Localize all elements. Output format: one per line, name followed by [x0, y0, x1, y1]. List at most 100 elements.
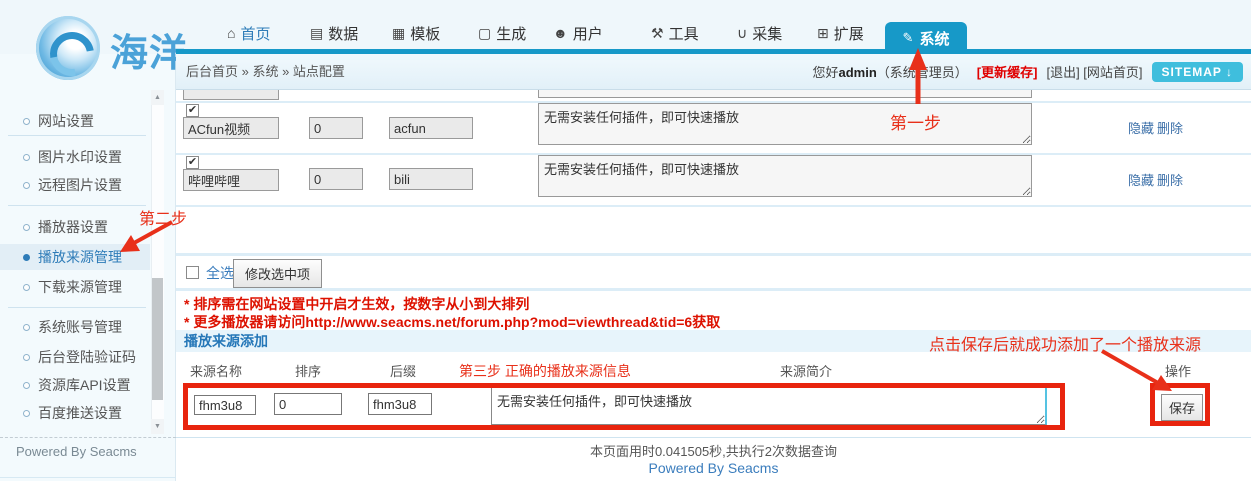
nav-item-tools[interactable]: ⚒ 工具 [651, 21, 699, 45]
nav-label: 用户 [573, 23, 603, 44]
sidebar-powered-by: Powered By Seacms [16, 444, 137, 459]
nav-tab-system-active[interactable]: ✎ 系统 [885, 22, 967, 54]
breadcrumb-bar: 后台首页 » 系统 » 站点配置 您好admin（系统管理员） [更新缓存] [… [176, 54, 1251, 90]
sidebar-item-player-settings[interactable]: 播放器设置 [0, 214, 150, 240]
page-stats-text: 本页面用时0.041505秒,共执行2次数据查询 [176, 441, 1251, 460]
column-header-action: 操作 [1165, 361, 1191, 380]
new-source-name-input[interactable] [194, 395, 256, 415]
nav-label: 工具 [669, 23, 699, 44]
delete-link[interactable]: 删除 [1157, 118, 1183, 137]
bullet-icon [23, 118, 30, 125]
save-button[interactable]: 保存 [1161, 394, 1203, 421]
source-suffix-input[interactable] [389, 168, 473, 190]
bullet-icon [23, 354, 30, 361]
row-checkbox[interactable]: ✔ [186, 104, 199, 117]
sidebar-label: 播放器设置 [38, 217, 108, 237]
scrollbar-up-button[interactable]: ▲ [151, 90, 164, 105]
data-icon: ▤ [310, 25, 323, 42]
logout-home-links[interactable]: [退出] [网站首页] [1046, 62, 1142, 81]
step2-annotation: 第二步 [139, 205, 187, 229]
sidebar-label: 播放来源管理 [38, 247, 122, 267]
modify-selected-button[interactable]: 修改选中项 [233, 259, 322, 288]
sidebar-label: 百度推送设置 [38, 403, 122, 423]
sidebar-item-captcha[interactable]: 后台登陆验证码 [0, 344, 150, 370]
delete-link[interactable]: 删除 [1157, 170, 1183, 189]
source-desc-textarea[interactable]: 无需安装任何插件，即可快速播放 [538, 155, 1032, 197]
breadcrumb[interactable]: 后台首页 » 系统 » 站点配置 [186, 54, 345, 89]
scrollbar-thumb[interactable] [152, 278, 163, 400]
sidebar-item-download-source[interactable]: 下载来源管理 [0, 274, 150, 300]
nav-item-home[interactable]: ⌂ 首页 [227, 21, 270, 45]
bullet-icon [23, 382, 30, 389]
select-all-label[interactable]: 全选 [206, 263, 234, 283]
bullet-icon [23, 254, 30, 261]
sidebar-item-baidu-push[interactable]: 百度推送设置 [0, 400, 150, 426]
nav-item-collect[interactable]: ∪ 采集 [737, 21, 782, 45]
tools-icon: ⚒ [651, 25, 664, 42]
source-desc-textarea[interactable]: 无需安装任何插件，即可快速播放 [538, 103, 1032, 145]
nav-label: 数据 [328, 23, 358, 44]
main-content: ✔ 无需安装任何插件，即可快速播放 隐藏 删除 ✔ 无需安装任何插件，即可快速播… [176, 90, 1251, 481]
hide-link[interactable]: 隐藏 [1128, 170, 1154, 189]
step1-annotation: 第一步 [890, 109, 941, 134]
source-order-input[interactable] [309, 117, 363, 139]
sitemap-button[interactable]: SITEMAP ↓ [1152, 62, 1243, 82]
collect-icon: ∪ [737, 25, 747, 42]
sidebar-divider [8, 307, 146, 308]
step3-annotation: 第三步 正确的播放来源信息 [459, 361, 631, 381]
section-divider [176, 288, 1251, 291]
source-order-input[interactable] [309, 168, 363, 190]
column-header-name: 来源名称 [190, 361, 242, 380]
scrollbar-down-button[interactable]: ▼ [151, 419, 164, 434]
user-role: （系统管理员） [877, 65, 968, 80]
nav-item-data[interactable]: ▤ 数据 [310, 21, 358, 45]
select-all-checkbox[interactable] [186, 266, 199, 279]
more-players-note-text: * 更多播放器请访问http://www.seacms.net/forum.ph… [184, 312, 720, 332]
sidebar-item-play-source-active[interactable]: 播放来源管理 [0, 244, 150, 270]
new-source-order-input[interactable] [274, 393, 342, 415]
username: admin [838, 65, 876, 80]
source-name-input[interactable] [183, 169, 279, 191]
sidebar-divider [8, 135, 146, 136]
nav-item-template[interactable]: ▦ 模板 [392, 21, 440, 45]
bullet-icon [23, 154, 30, 161]
bullet-icon [23, 224, 30, 231]
bullet-icon [23, 284, 30, 291]
new-source-desc-textarea[interactable]: 无需安装任何插件，即可快速播放 [491, 387, 1047, 425]
sidebar-item-remote-image[interactable]: 远程图片设置 [0, 172, 150, 198]
nav-item-extend[interactable]: ⊞ 扩展 [817, 21, 864, 45]
sidebar-item-api[interactable]: 资源库API设置 [0, 372, 150, 398]
bullet-icon [23, 324, 30, 331]
sidebar-label: 下载来源管理 [38, 277, 122, 297]
nav-item-user[interactable]: ☻ 用户 [553, 21, 603, 45]
sidebar-divider [8, 205, 146, 206]
sidebar-item-account[interactable]: 系统账号管理 [0, 314, 150, 340]
generate-icon: ▢ [478, 25, 491, 42]
sidebar-label: 系统账号管理 [38, 317, 122, 337]
brand-logo-icon [36, 16, 100, 80]
section-divider [176, 253, 1251, 256]
sidebar-label: 网站设置 [38, 111, 94, 131]
column-header-desc: 来源简介 [780, 361, 832, 380]
seacms-admin-page: 海洋 ⌂ 首页 ▤ 数据 ▦ 模板 ▢ 生成 ☻ 用户 ⚒ 工具 ∪ 采集 ⊞ … [0, 0, 1251, 481]
source-suffix-input[interactable] [389, 117, 473, 139]
source-desc-textarea-partial[interactable] [538, 90, 1032, 98]
column-header-order: 排序 [295, 361, 321, 380]
hide-link[interactable]: 隐藏 [1128, 118, 1154, 137]
nav-label: 扩展 [834, 23, 864, 44]
new-source-suffix-input[interactable] [368, 393, 432, 415]
sidebar-item-site-settings[interactable]: 网站设置 [0, 108, 150, 134]
sidebar-item-watermark[interactable]: 图片水印设置 [0, 144, 150, 170]
sidebar-label: 资源库API设置 [38, 375, 131, 395]
save-note-annotation: 点击保存后就成功添加了一个播放来源 [929, 331, 1201, 355]
source-name-input-partial[interactable] [183, 90, 279, 100]
source-name-input[interactable] [183, 117, 279, 139]
nav-item-generate[interactable]: ▢ 生成 [478, 21, 526, 45]
greeting-text: 您好admin（系统管理员） [812, 62, 967, 81]
footer-powered-by-link[interactable]: Powered By Seacms [176, 460, 1251, 476]
row-checkbox[interactable]: ✔ [186, 156, 199, 169]
add-source-title: 播放来源添加 [184, 330, 268, 352]
refresh-cache-link[interactable]: [更新缓存] [977, 62, 1038, 81]
footer-divider [176, 437, 1251, 438]
extend-icon: ⊞ [817, 25, 829, 42]
